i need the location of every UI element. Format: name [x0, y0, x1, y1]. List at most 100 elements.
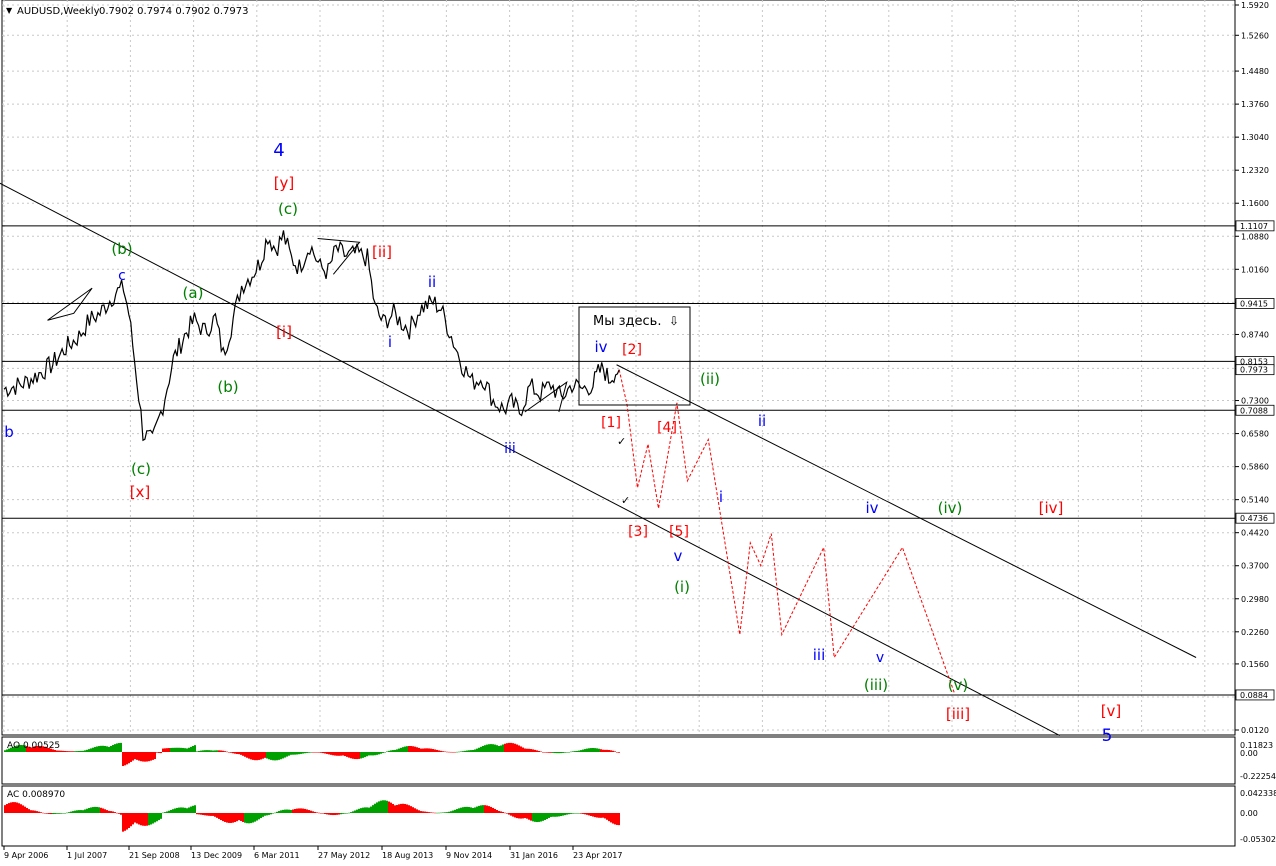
indicator-bar [92, 747, 94, 752]
indicator-bar [590, 748, 592, 752]
indicator-bar [434, 812, 436, 814]
indicator-bar [600, 749, 602, 752]
indicator-bar [422, 811, 424, 813]
indicator-bar [278, 811, 280, 813]
indicator-bar [618, 752, 620, 753]
indicator-bar [370, 806, 372, 813]
indicator-bar [418, 810, 420, 813]
indicator-bar [408, 805, 410, 813]
indicator-bar [148, 752, 150, 762]
indicator-bar [536, 750, 538, 752]
indicator-bar [212, 750, 214, 752]
indicator-bar [526, 813, 528, 819]
wave-label: c [118, 268, 126, 284]
indicator-bar [22, 805, 24, 813]
wave-label: [1] [601, 415, 621, 431]
indicator-bar [428, 812, 430, 813]
indicator-bar [262, 813, 264, 817]
indicator-bar [544, 752, 546, 753]
indicator-bar [178, 807, 180, 813]
indicator-bar [176, 807, 178, 813]
indicator-bar [218, 813, 220, 819]
indicator-bar [398, 804, 400, 813]
indicator-bar [300, 808, 302, 813]
indicator-bar [176, 747, 178, 752]
indicator-bar [612, 813, 614, 824]
triangle-down-icon[interactable]: ▼ [6, 6, 13, 15]
indicator-bar [462, 751, 464, 752]
indicator-bar [412, 807, 414, 813]
indicator-bar [202, 813, 204, 815]
indicator-bar [464, 806, 466, 813]
indicator-bar [582, 749, 584, 752]
indicator-bar [394, 805, 396, 813]
chart-canvas[interactable]: 1.5920 1.5260 1.4480 1.3760 1.3040 1.2320 1.16… [0, 0, 1276, 866]
indicator-bar [272, 813, 274, 814]
indicator-bar [340, 813, 342, 815]
wave-label: (b) [217, 378, 238, 396]
indicator-bar [66, 751, 68, 752]
wave-label: (i) [674, 578, 690, 596]
indicator-bar [586, 748, 588, 752]
indicator-bar [458, 751, 460, 753]
ao-histogram [4, 742, 620, 766]
indicator-bar [398, 748, 400, 752]
indicator-bar [316, 752, 318, 753]
indicator-bar [560, 813, 562, 817]
indicator-bar [502, 811, 504, 813]
indicator-bar [410, 746, 412, 752]
indicator-bar [80, 750, 82, 752]
indicator-bar [380, 800, 382, 813]
indicator-bar [168, 810, 170, 813]
indicator-bar [256, 813, 258, 821]
indicator-bar [492, 807, 494, 813]
indicator-bar [242, 752, 244, 756]
ac-tick-label: 0.00 [1240, 809, 1258, 818]
indicator-bar [230, 813, 232, 823]
indicator-bar [618, 813, 620, 826]
current-price-label: 0.7973 [1240, 366, 1268, 375]
indicator-bar [122, 813, 124, 832]
indicator-bar [206, 750, 208, 752]
indicator-bar [40, 812, 42, 813]
indicator-bar [178, 747, 180, 752]
y-tick-label: 0.7300 [1241, 397, 1269, 406]
indicator-bar [244, 813, 246, 823]
indicator-bar [454, 809, 456, 813]
indicator-bar [70, 811, 72, 813]
indicator-bar [598, 748, 600, 752]
indicator-bar [522, 813, 524, 819]
indicator-bar [98, 746, 100, 752]
indicator-bar [480, 746, 482, 752]
indicator-bar [516, 813, 518, 819]
indicator-bar [250, 813, 252, 824]
x-tick-label: 23 Apr 2017 [573, 851, 622, 860]
indicator-bar [608, 813, 610, 822]
indicator-bar [514, 743, 516, 752]
y-tick-label: 0.0120 [1241, 726, 1269, 735]
indicator-bar [428, 748, 430, 752]
indicator-bar [588, 748, 590, 752]
indicator-bar [120, 742, 122, 752]
indicator-bar [596, 748, 598, 752]
indicator-bar [562, 752, 564, 753]
indicator-bar [200, 750, 202, 752]
indicator-bar [354, 752, 356, 760]
indicator-bar [128, 752, 130, 764]
indicator-bar [234, 752, 236, 754]
indicator-bar [240, 752, 242, 755]
y-tick-label: 0.2260 [1241, 628, 1269, 637]
indicator-bar [18, 803, 20, 813]
wave-label: [i] [276, 323, 292, 341]
indicator-bar [294, 752, 296, 755]
indicator-bar [360, 808, 362, 813]
ac-label: AC 0.008970 [7, 790, 65, 800]
indicator-bar [456, 809, 458, 813]
wave-label: iii [813, 646, 826, 664]
wave-label: [iv] [1039, 499, 1064, 517]
indicator-bar [614, 813, 616, 825]
indicator-bar [198, 750, 200, 752]
indicator-bar [558, 752, 560, 754]
indicator-bar [362, 807, 364, 813]
y-tick-label: 1.1600 [1241, 199, 1269, 208]
